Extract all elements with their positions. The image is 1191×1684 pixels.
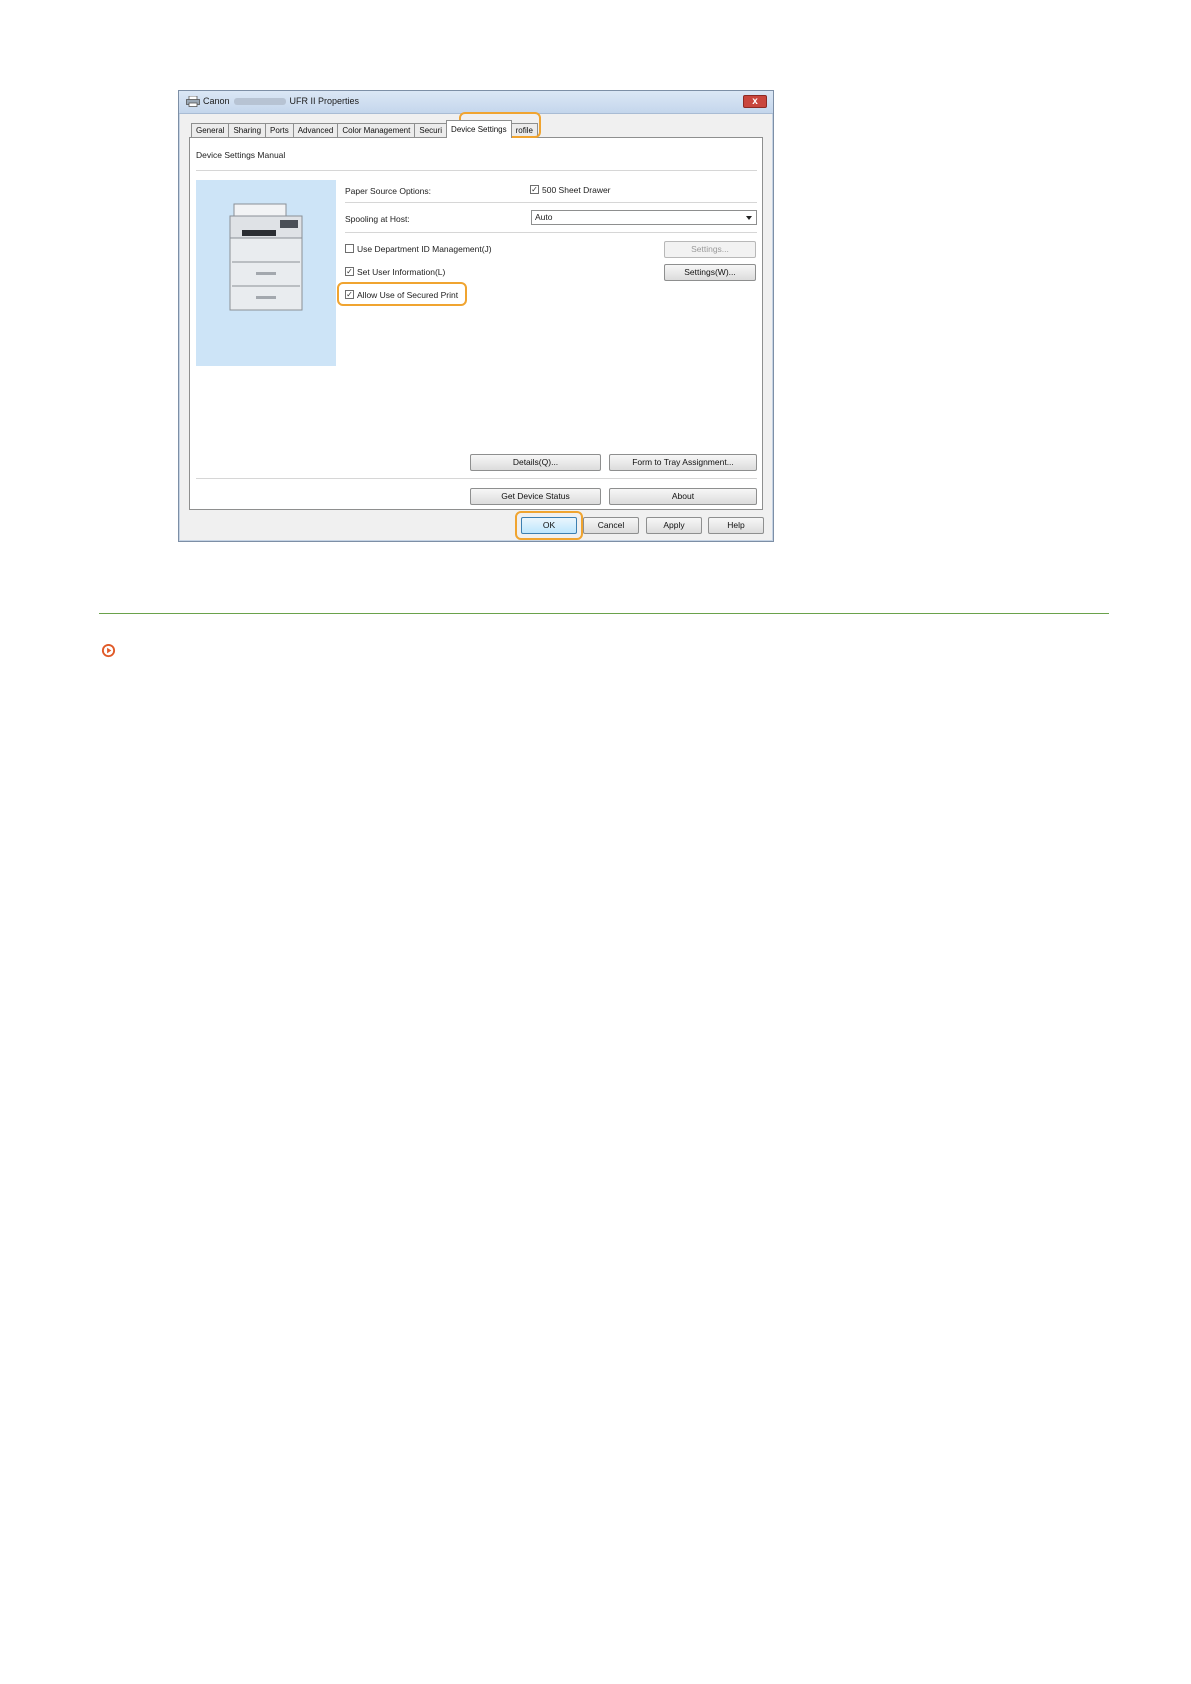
- title-suffix: UFR II Properties: [289, 96, 360, 106]
- printer-icon: [186, 96, 200, 107]
- tab-color-management[interactable]: Color Management: [337, 123, 416, 138]
- settings-button[interactable]: Settings...: [664, 241, 756, 258]
- section-title: Device Settings Manual: [196, 150, 286, 160]
- title-bar[interactable]: Canon UFR II Properties x: [179, 91, 773, 114]
- about-button[interactable]: About: [609, 488, 757, 505]
- spooling-label: Spooling at Host:: [345, 214, 410, 224]
- user-info-checkbox[interactable]: ✓: [345, 267, 354, 276]
- printer-properties-dialog: Canon UFR II Properties x General Sharing…: [178, 90, 774, 542]
- cancel-button[interactable]: Cancel: [583, 517, 639, 534]
- divider: [196, 478, 757, 479]
- tab-general[interactable]: General: [191, 123, 230, 138]
- redacted-model-name: [233, 98, 286, 106]
- tab-strip: General Sharing Ports Advanced Color Man…: [191, 120, 538, 138]
- tab-ports[interactable]: Ports: [265, 123, 294, 138]
- divider: [196, 170, 757, 171]
- tab-advanced[interactable]: Advanced: [292, 123, 339, 138]
- chevron-down-icon: [746, 216, 752, 220]
- details-button[interactable]: Details(Q)...: [470, 454, 601, 471]
- paper-source-label: Paper Source Options:: [345, 186, 431, 196]
- secured-print-highlight: [337, 282, 467, 306]
- close-icon: x: [752, 96, 758, 107]
- drawer-checkbox[interactable]: ✓: [530, 185, 539, 194]
- get-device-status-button[interactable]: Get Device Status: [470, 488, 601, 505]
- apply-button[interactable]: Apply: [646, 517, 702, 534]
- ok-button-highlight: [515, 511, 583, 540]
- dept-id-checkbox[interactable]: [345, 244, 354, 253]
- drawer-label: 500 Sheet Drawer: [542, 185, 611, 195]
- device-settings-panel: Device Settings Manual Paper Source Opti…: [189, 137, 763, 510]
- tab-sharing[interactable]: Sharing: [228, 123, 267, 138]
- tab-device-settings[interactable]: Device Settings: [446, 120, 512, 138]
- arrow-circle-icon[interactable]: [101, 643, 116, 658]
- form-to-tray-button[interactable]: Form to Tray Assignment...: [609, 454, 757, 471]
- divider: [345, 202, 757, 203]
- tab-security[interactable]: Securi: [414, 123, 448, 138]
- section-divider: [99, 613, 1109, 614]
- close-button[interactable]: x: [743, 95, 767, 108]
- printer-illustration: [229, 203, 303, 311]
- user-info-label: Set User Information(L): [357, 267, 446, 277]
- spooling-select[interactable]: Auto: [531, 210, 757, 225]
- divider: [345, 232, 757, 233]
- help-button[interactable]: Help: [708, 517, 764, 534]
- device-preview: [196, 180, 336, 366]
- spooling-value: Auto: [535, 212, 553, 222]
- dialog-title: Canon UFR II Properties: [203, 96, 359, 106]
- user-settings-button[interactable]: Settings(W)...: [664, 264, 756, 281]
- dept-id-label: Use Department ID Management(J): [357, 244, 492, 254]
- title-prefix: Canon: [203, 96, 230, 106]
